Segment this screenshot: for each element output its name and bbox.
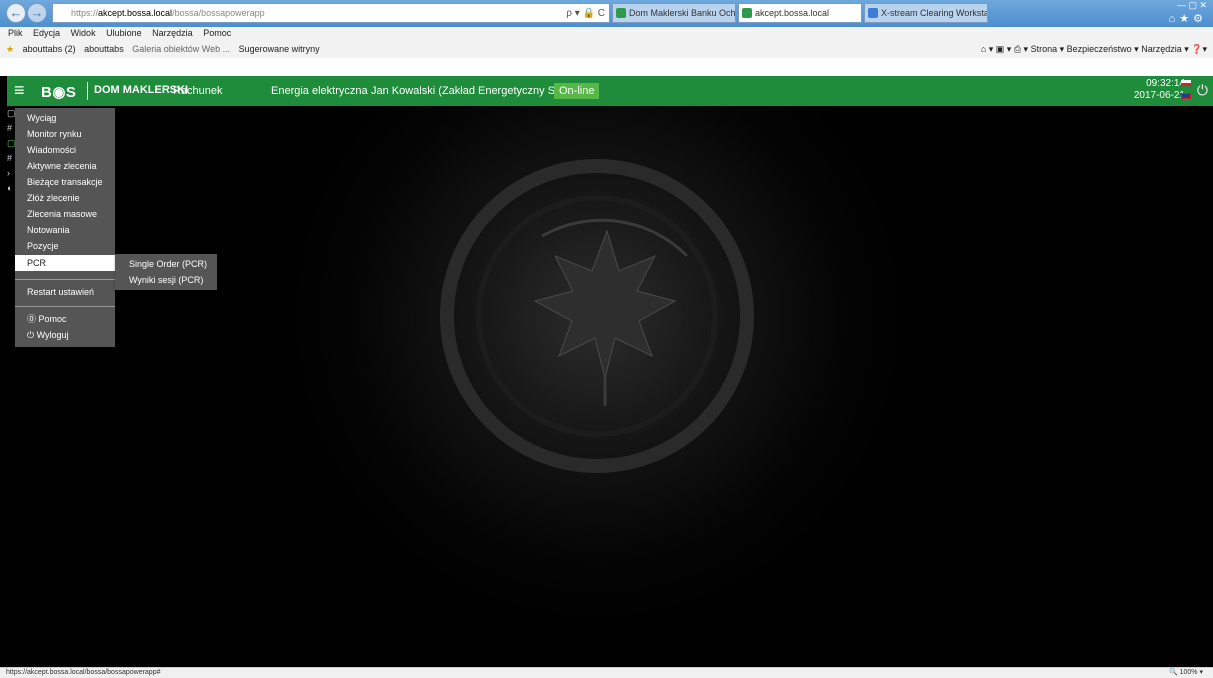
polish-flag-icon[interactable] (1181, 80, 1191, 86)
pcr-submenu: Single Order (PCR) Wyniki sesji (PCR) (115, 254, 217, 290)
cmd-narzedzia[interactable]: Narzędzia (1141, 44, 1182, 54)
menu-item-wyloguj[interactable]: ⏻ Wyloguj (15, 327, 115, 343)
hamburger-menu-icon[interactable]: ≡ (14, 80, 25, 100)
feeds-icon[interactable]: ▣ ▾ (996, 44, 1012, 54)
menu-file[interactable]: Plik (8, 28, 23, 38)
tab-dom-maklerski[interactable]: Dom Maklerski Banku Ochron... (612, 3, 736, 23)
site-icon (616, 8, 626, 18)
logo-divider (87, 82, 88, 100)
browser-status-bar: https://akcept.bossa.local/bossa/bossapo… (0, 667, 1213, 678)
menu-item-restart[interactable]: Restart ustawień (15, 284, 115, 300)
menu-favorites[interactable]: Ulubione (106, 28, 142, 38)
address-bar[interactable]: https://akcept.bossa.local/bossa/bossapo… (52, 3, 610, 23)
print-icon[interactable]: ⎙ ▾ (1014, 44, 1028, 54)
menu-item-pozycje[interactable]: Pozycje (15, 238, 115, 254)
home-favorites-settings-icons[interactable]: ⌂★⚙ (1169, 12, 1207, 25)
submenu-item-single-order[interactable]: Single Order (PCR) (115, 256, 217, 272)
fav-galeria[interactable]: Galeria obiektów Web ... (132, 44, 230, 54)
main-menu: Wyciąg Monitor rynku Wiadomości Aktywne … (15, 108, 115, 347)
url-path: /bossa/bossapowerapp (172, 8, 265, 18)
submenu-item-wyniki-sesji[interactable]: Wyniki sesji (PCR) (115, 272, 217, 288)
menu-item-wyciag[interactable]: Wyciąg (15, 110, 115, 126)
fav-abouttabs[interactable]: abouttabs (84, 44, 124, 54)
address-tools[interactable]: ρ ▾ 🔒 C (566, 5, 605, 22)
app-header: ≡ B◉S DOM MAKLERSKI Rachunek Energia ele… (7, 76, 1213, 106)
tab-label: akcept.bossa.local (755, 8, 830, 18)
menu-divider (15, 279, 115, 280)
zoom-value: 100% (1179, 669, 1198, 676)
menu-edit[interactable]: Edycja (33, 28, 60, 38)
menu-item-pcr[interactable]: PCR (15, 255, 115, 271)
menu-item-zlecenia-masowe[interactable]: Zlecenia masowe (15, 206, 115, 222)
page-top-gap (0, 58, 1213, 76)
cmd-bezpieczenstwo[interactable]: Bezpieczeństwo (1067, 44, 1132, 54)
power-icon: ⏻ (27, 330, 37, 340)
url-prefix: https:// (71, 8, 99, 18)
fav-sugerowane[interactable]: Sugerowane witryny (239, 44, 320, 54)
fav-abouttabs-2[interactable]: abouttabs (2) (23, 44, 76, 54)
home-icon[interactable]: ⌂ ▾ (981, 44, 993, 54)
menu-item-label: Pomoc (38, 314, 67, 324)
forward-button[interactable]: → (27, 3, 47, 23)
menu-item-zloz-zlecenie[interactable]: Złóż zlecenie (15, 190, 115, 206)
menu-item-label: Wyloguj (36, 330, 69, 340)
bossa-logo: B◉S (41, 84, 77, 101)
tab-label: Dom Maklerski Banku Ochron... (629, 8, 736, 18)
window-controls[interactable]: — ▢ ✕ (1177, 0, 1207, 10)
status-url: https://akcept.bossa.local/bossa/bossapo… (6, 669, 161, 676)
favorites-bar: ★ abouttabs (2) abouttabs Galeria obiekt… (0, 40, 1213, 59)
browser-menu-bar: Plik Edycja Widok Ulubione Narzędzia Pom… (0, 27, 1213, 40)
url-domain: akcept.bossa.local (98, 8, 173, 18)
clock: 09:32:14 2017-06-21 (1134, 78, 1185, 102)
menu-tools[interactable]: Narzędzia (152, 28, 193, 38)
uk-flag-icon[interactable] (1181, 93, 1191, 99)
menu-item-biezace-transakcje[interactable]: Bieżące transakcje (15, 174, 115, 190)
favorites-star-icon[interactable]: ★ (6, 44, 14, 54)
menu-help[interactable]: Pomoc (203, 28, 231, 38)
online-status-badge: On-line (554, 83, 600, 99)
menu-view[interactable]: Widok (71, 28, 96, 38)
menu-divider (15, 306, 115, 307)
site-icon (742, 8, 752, 18)
help-icon[interactable]: ❓▾ (1191, 44, 1207, 54)
tab-label: X-stream Clearing Workstation (881, 8, 987, 18)
menu-item-notowania[interactable]: Notowania (15, 222, 115, 238)
browser-title-bar: ← → https://akcept.bossa.local/bossa/bos… (0, 0, 1213, 27)
header-market[interactable]: Energia elektryczna (271, 85, 368, 97)
maple-leaf-background (440, 159, 754, 473)
tab-akcept[interactable]: akcept.bossa.local (738, 3, 862, 23)
menu-item-pomoc[interactable]: ⓪ Pomoc (15, 311, 115, 327)
command-bar: ⌂ ▾ ▣ ▾ ⎙ ▾ Strona ▾ Bezpieczeństwo ▾ Na… (980, 44, 1207, 54)
menu-item-aktywne-zlecenia[interactable]: Aktywne zlecenia (15, 158, 115, 174)
back-button[interactable]: ← (6, 3, 26, 23)
cmd-strona[interactable]: Strona (1031, 44, 1058, 54)
help-icon: ⓪ (27, 314, 39, 324)
power-icon[interactable]: ⏻ (1197, 82, 1208, 99)
header-user[interactable]: Jan Kowalski (Zakład Energetyczny S.A.) (371, 85, 572, 97)
main-workspace (7, 106, 1213, 667)
clock-time: 09:32:14 (1146, 78, 1185, 89)
clock-date: 2017-06-21 (1133, 90, 1185, 101)
header-account[interactable]: Rachunek (173, 85, 223, 97)
tab-xstream[interactable]: X-stream Clearing Workstation (864, 3, 988, 23)
menu-item-wiadomosci[interactable]: Wiadomości (15, 142, 115, 158)
site-icon (868, 8, 878, 18)
menu-item-monitor-rynku[interactable]: Monitor rynku (15, 126, 115, 142)
